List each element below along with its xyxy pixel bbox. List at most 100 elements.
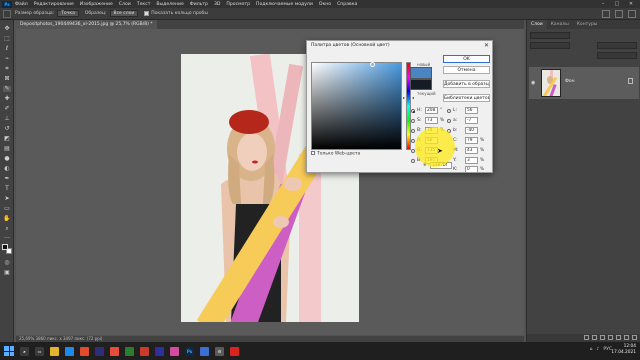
link-layers-icon[interactable] xyxy=(584,335,589,340)
fx-icon[interactable] xyxy=(592,335,597,340)
c-input[interactable]: 79 xyxy=(465,137,478,144)
green-app-icon[interactable] xyxy=(125,346,134,356)
start-button-icon[interactable] xyxy=(4,346,14,356)
type-tool-icon[interactable]: T xyxy=(3,186,11,192)
quick-mask-icon[interactable]: ◎ xyxy=(3,260,11,266)
close-icon[interactable]: ✕ xyxy=(484,42,489,49)
web-colors-checkbox[interactable] xyxy=(311,151,315,155)
red-app-icon[interactable] xyxy=(230,346,239,356)
dodge-tool-icon[interactable]: ◐ xyxy=(3,166,11,172)
document-tab[interactable]: Depositphotos_190449436_xl-2015.jpg @ 25… xyxy=(16,20,157,29)
edge-browser-icon[interactable] xyxy=(65,346,74,356)
menu-layers[interactable]: Слои xyxy=(119,2,131,7)
network-icon[interactable]: ⌂ xyxy=(590,347,593,352)
menu-type[interactable]: Текст xyxy=(137,2,151,7)
h-input[interactable]: 208 xyxy=(425,107,438,114)
brush-tool-icon[interactable]: ✐ xyxy=(3,106,11,112)
gradient-tool-icon[interactable]: ▤ xyxy=(3,146,11,152)
trash-icon[interactable] xyxy=(632,335,637,340)
lab-b-input[interactable]: -40 xyxy=(465,127,478,134)
k-input[interactable]: 0 xyxy=(465,166,478,173)
tab-channels[interactable]: Каналы xyxy=(547,20,573,29)
telegram-icon[interactable] xyxy=(200,346,209,356)
premiere-icon[interactable] xyxy=(155,346,164,356)
m-input[interactable]: 43 xyxy=(465,147,478,154)
more-tools-icon[interactable]: … xyxy=(3,234,11,240)
menu-select[interactable]: Выделение xyxy=(156,2,183,7)
h-radio[interactable] xyxy=(411,109,415,113)
s-input[interactable]: 73 xyxy=(425,117,438,124)
store-icon[interactable] xyxy=(95,346,104,356)
add-mask-icon[interactable] xyxy=(600,335,605,340)
sample-select[interactable]: Все слои xyxy=(109,10,139,17)
tab-layers[interactable]: Слои xyxy=(527,20,547,29)
layer-filter-select[interactable] xyxy=(530,32,570,39)
search-taskbar-icon[interactable]: ⌕ xyxy=(20,346,29,356)
foreground-color-swatch[interactable] xyxy=(2,244,8,250)
move-tool-icon[interactable]: ✥ xyxy=(3,26,11,32)
lasso-tool-icon[interactable]: ℓ xyxy=(3,46,11,52)
eyedropper-tool-icon[interactable]: ✎ xyxy=(3,86,11,92)
new-group-icon[interactable] xyxy=(616,335,621,340)
ok-button[interactable]: OK xyxy=(443,55,490,63)
healing-brush-tool-icon[interactable]: ✚ xyxy=(3,96,11,102)
path-selection-tool-icon[interactable]: ➤ xyxy=(3,196,11,202)
s-radio[interactable] xyxy=(411,119,415,123)
photoshop-taskbar-icon[interactable]: Ps xyxy=(185,346,194,356)
workspace-icon[interactable] xyxy=(615,10,623,18)
hue-arrow-left-icon[interactable]: ▸ xyxy=(403,95,405,100)
add-to-swatches-button[interactable]: Добавить в образцы xyxy=(443,80,490,88)
clone-stamp-tool-icon[interactable]: ⊥ xyxy=(3,116,11,122)
menu-view[interactable]: Просмотр xyxy=(226,2,250,7)
task-view-icon[interactable]: ▭ xyxy=(35,346,44,356)
menu-file[interactable]: Файл xyxy=(15,2,28,7)
layer-row[interactable]: ◉ Фон xyxy=(529,67,639,99)
color-cursor-marker[interactable] xyxy=(370,62,375,67)
blur-tool-icon[interactable]: ● xyxy=(3,156,11,162)
minimize-button[interactable]: – xyxy=(596,1,610,7)
sample-size-select[interactable]: Точка xyxy=(57,10,79,17)
l-input[interactable]: 56 xyxy=(465,107,478,114)
chrome-browser-icon[interactable] xyxy=(80,346,89,356)
menu-plugins[interactable]: Подключаемые модули xyxy=(256,2,313,7)
share-icon[interactable] xyxy=(628,10,636,18)
web-colors-only-option[interactable]: Только Web-цвета xyxy=(311,151,360,157)
maximize-button[interactable]: □ xyxy=(610,1,624,7)
visibility-eye-icon[interactable]: ◉ xyxy=(531,80,535,86)
current-color-swatch[interactable] xyxy=(410,79,432,90)
menu-image[interactable]: Изображение xyxy=(80,2,113,7)
screen-mode-icon[interactable]: ▣ xyxy=(3,270,11,276)
menu-edit[interactable]: Редактирование xyxy=(34,2,74,7)
search-icon[interactable] xyxy=(602,10,610,18)
menu-filter[interactable]: Фильтр xyxy=(190,2,208,7)
close-window-button[interactable]: ✕ xyxy=(624,1,638,7)
l-radio[interactable] xyxy=(447,109,451,113)
eyedropper-preset-icon[interactable] xyxy=(3,9,11,18)
tab-paths[interactable]: Контуры xyxy=(573,20,602,29)
crop-tool-icon[interactable]: ⌗ xyxy=(3,66,11,72)
zoom-tool-icon[interactable]: ⌕ xyxy=(3,226,11,232)
a-radio[interactable] xyxy=(447,119,451,123)
new-layer-icon[interactable] xyxy=(624,335,629,340)
marquee-tool-icon[interactable]: ⬚ xyxy=(3,36,11,42)
rectangle-tool-icon[interactable]: ▭ xyxy=(3,206,11,212)
hue-arrow-right-icon[interactable]: ◂ xyxy=(412,95,414,100)
saturation-brightness-field[interactable] xyxy=(311,62,402,150)
frame-tool-icon[interactable]: ⊠ xyxy=(3,76,11,82)
menu-help[interactable]: Справка xyxy=(337,2,357,7)
b-radio[interactable] xyxy=(411,129,415,133)
eraser-tool-icon[interactable]: ◩ xyxy=(3,136,11,142)
adjustment-layer-icon[interactable] xyxy=(608,335,613,340)
pen-tool-icon[interactable]: ✒ xyxy=(3,176,11,182)
cancel-button[interactable]: Отмена xyxy=(443,66,490,74)
rgb-b-radio[interactable] xyxy=(411,159,415,163)
quick-select-tool-icon[interactable]: ⌁ xyxy=(3,56,11,62)
history-brush-tool-icon[interactable]: ↺ xyxy=(3,126,11,132)
fill-field[interactable] xyxy=(597,52,637,59)
opacity-field[interactable] xyxy=(597,42,637,49)
volume-icon[interactable]: ♪ xyxy=(597,347,600,352)
clock[interactable]: 12:04 17.04.2021 xyxy=(611,344,636,356)
color-libraries-button[interactable]: Библиотеки цветов xyxy=(443,94,490,102)
menu-3d[interactable]: 3D xyxy=(214,2,220,7)
indesign-icon[interactable] xyxy=(170,346,179,356)
